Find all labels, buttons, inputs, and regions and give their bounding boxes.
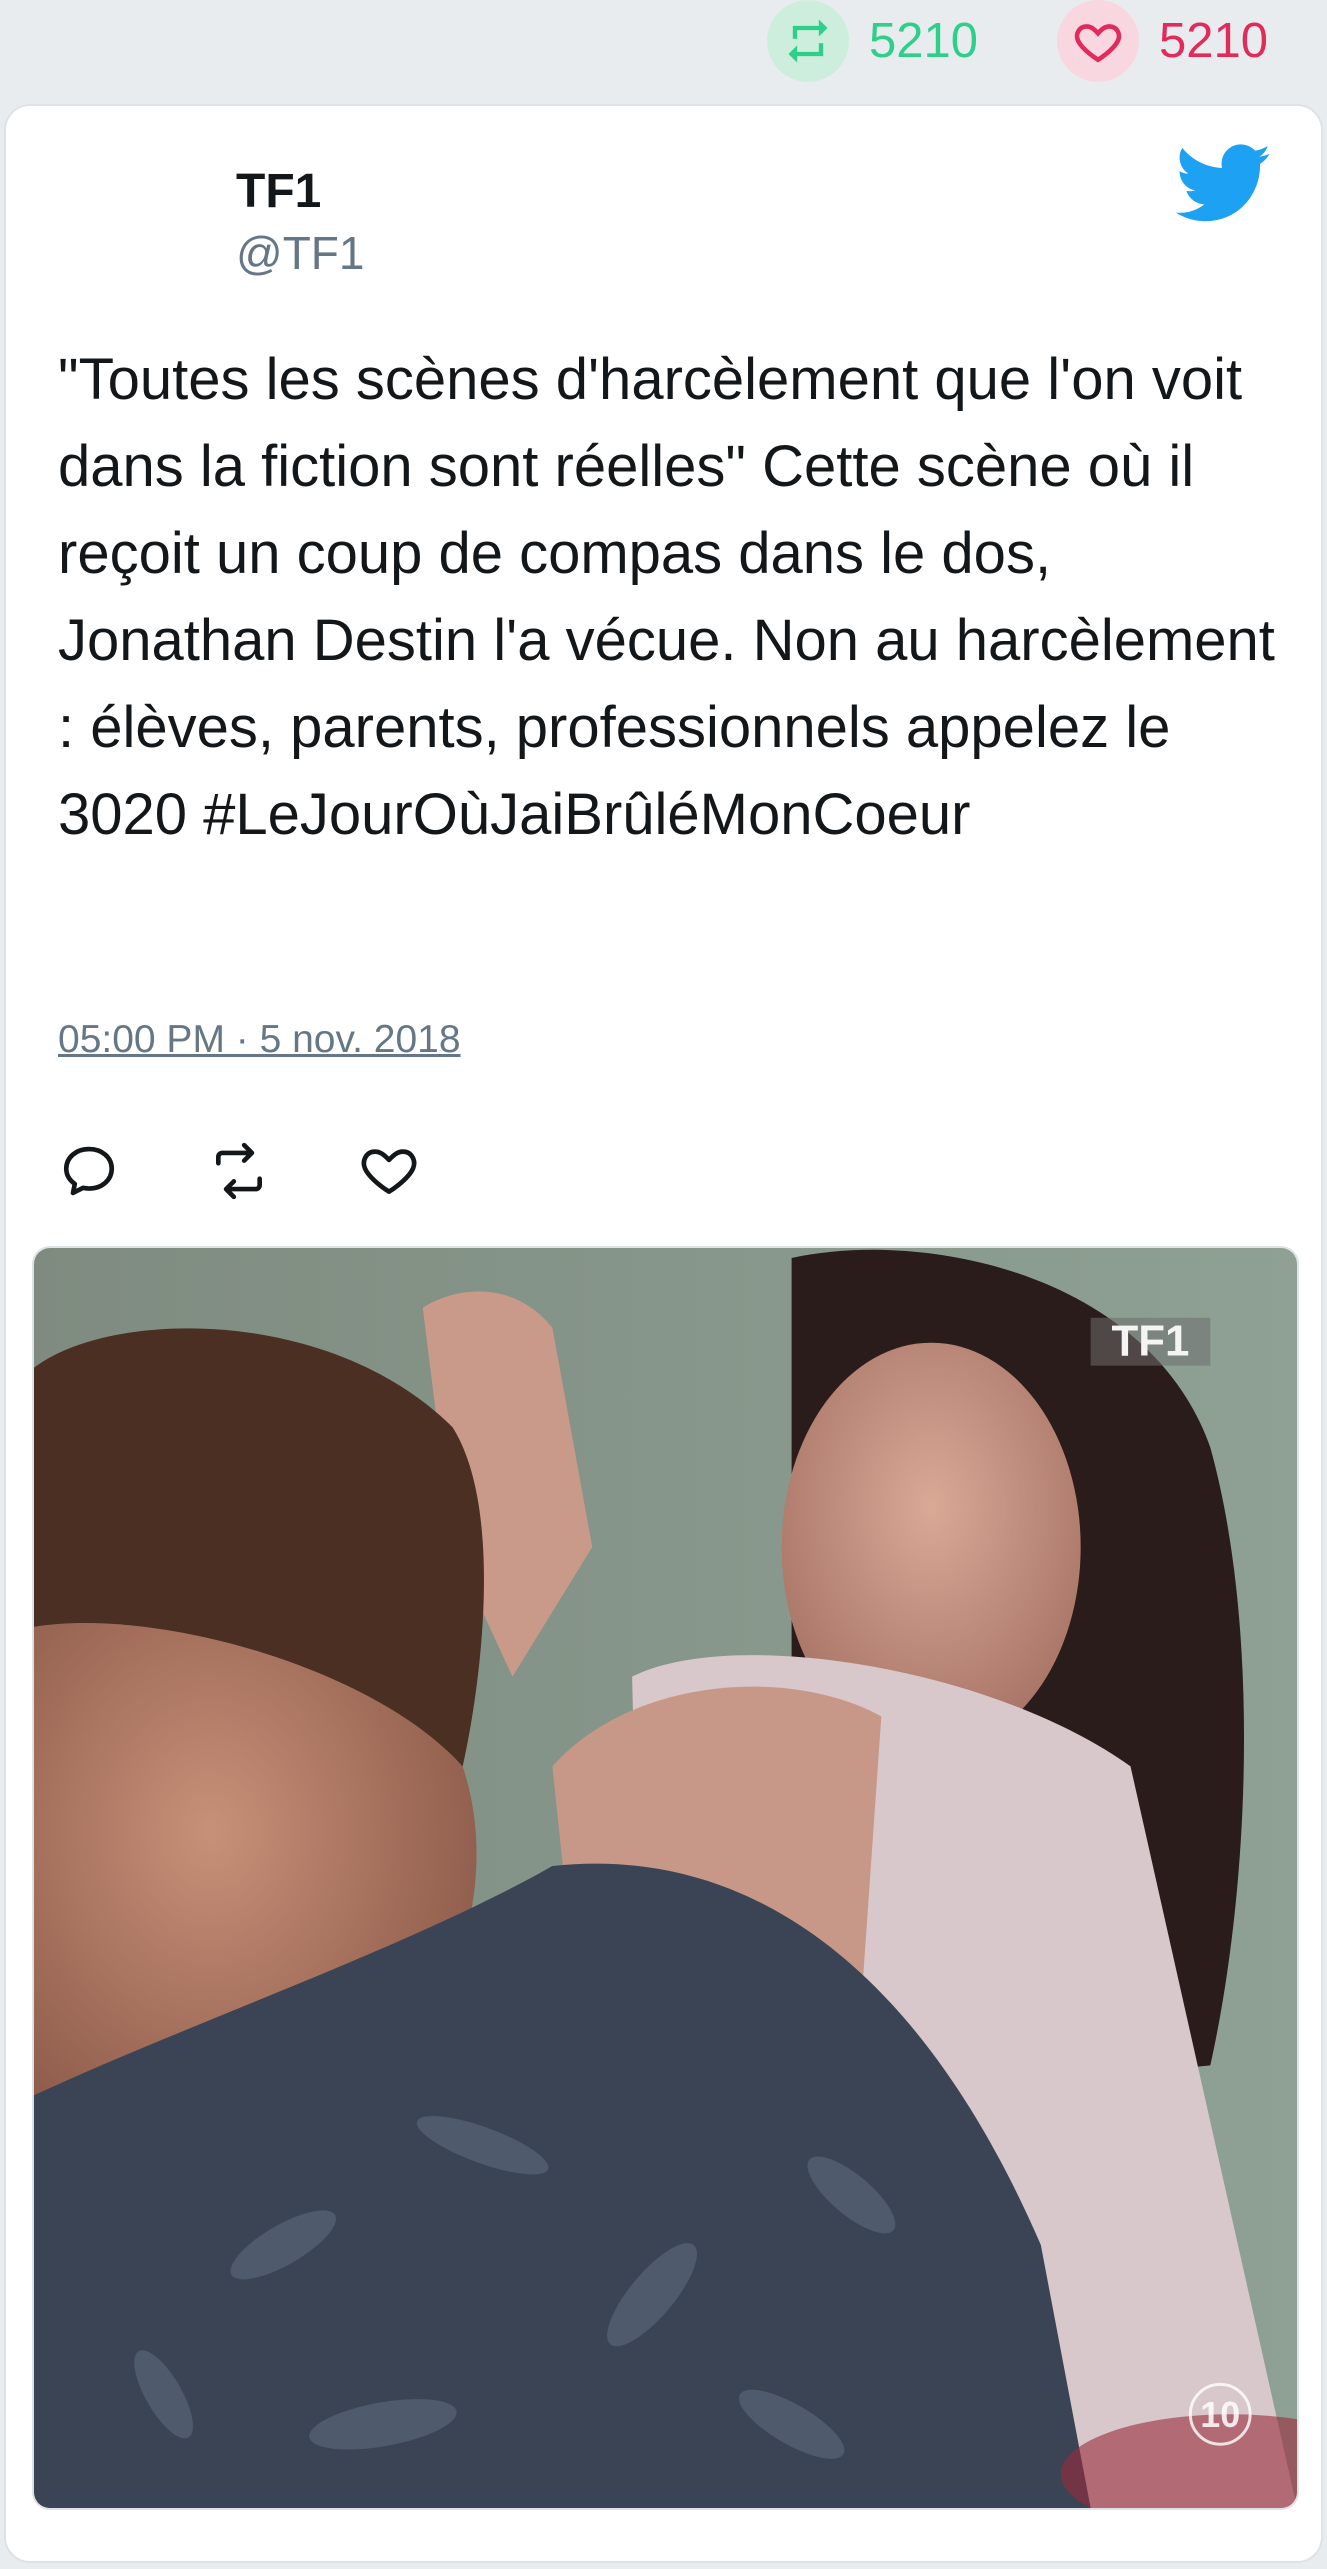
twitter-bird-icon[interactable]: [1175, 144, 1273, 224]
tweet-media-image[interactable]: TF1 10: [32, 1246, 1299, 2510]
retweet-count[interactable]: 5210: [767, 0, 978, 82]
retweet-icon: [767, 0, 849, 82]
video-still: TF1 10: [34, 1248, 1297, 2508]
tweet-timestamp[interactable]: 05:00 PM · 5 nov. 2018: [58, 1018, 461, 1062]
like-count-label: 5210: [1159, 14, 1269, 68]
tweet-text: "Toutes les scènes d'harcèlement que l'o…: [58, 347, 1275, 847]
tweet-actions: [58, 1136, 508, 1206]
tf1-logo: TF1: [1111, 1317, 1189, 1366]
author-handle[interactable]: @TF1: [236, 226, 364, 280]
channel-badge: 10: [1200, 2395, 1240, 2435]
like-button[interactable]: [358, 1136, 508, 1206]
author-name[interactable]: TF1: [236, 164, 321, 219]
heart-icon: [1057, 0, 1139, 82]
reply-button[interactable]: [58, 1136, 208, 1206]
heart-icon: [361, 1149, 417, 1194]
tweet-card: TF1 @TF1 "Toutes les scènes d'harcèlemen…: [4, 104, 1323, 2563]
retweet-button[interactable]: [208, 1136, 358, 1206]
like-count[interactable]: 5210: [1057, 0, 1268, 82]
retweet-icon: [216, 1142, 262, 1200]
retweet-count-label: 5210: [869, 14, 979, 68]
reply-icon: [63, 1146, 115, 1196]
stats-bar: 5210 5210: [0, 0, 1327, 100]
